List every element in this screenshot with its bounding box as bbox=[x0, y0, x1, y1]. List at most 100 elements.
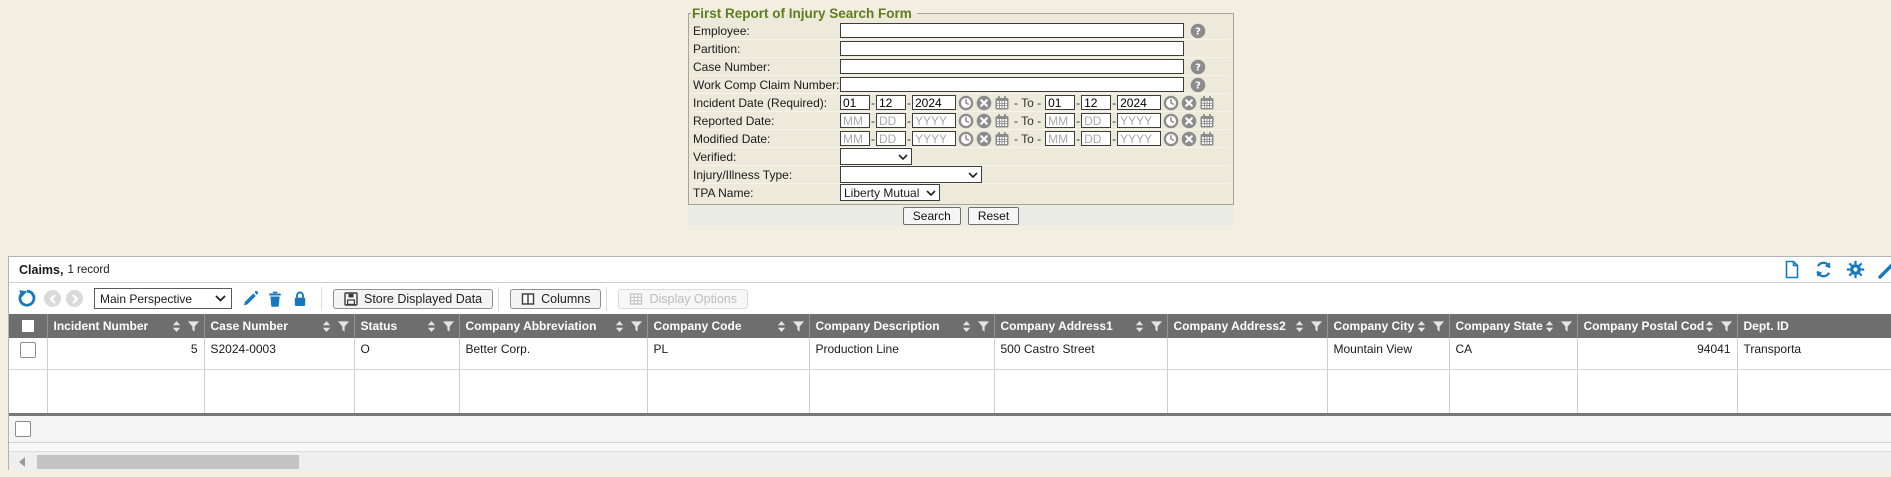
horizontal-scrollbar[interactable] bbox=[9, 451, 1891, 470]
table-row[interactable]: 5 S2024-0003 O Better Corp. PL Productio… bbox=[9, 338, 1891, 369]
incident-from-month-input[interactable] bbox=[840, 95, 870, 110]
lock-perspective-icon[interactable] bbox=[291, 290, 309, 308]
scroll-left-arrow-icon[interactable] bbox=[19, 457, 25, 467]
scrollbar-thumb[interactable] bbox=[37, 455, 299, 469]
sort-icon[interactable] bbox=[426, 320, 437, 333]
reported-to-year-input[interactable] bbox=[1117, 113, 1161, 128]
sort-icon[interactable] bbox=[1704, 320, 1715, 333]
sort-icon[interactable] bbox=[961, 320, 972, 333]
reset-button[interactable]: Reset bbox=[968, 207, 1019, 225]
case-number-input[interactable] bbox=[840, 59, 1184, 74]
chevron-right-icon[interactable] bbox=[66, 290, 83, 307]
filter-icon[interactable] bbox=[187, 320, 200, 333]
clear-date-icon[interactable] bbox=[1181, 95, 1197, 111]
edit-perspective-icon[interactable] bbox=[241, 290, 259, 308]
tpa-name-select[interactable]: Liberty Mutual bbox=[840, 184, 940, 201]
filter-icon[interactable] bbox=[1560, 320, 1573, 333]
partition-input[interactable] bbox=[840, 41, 1184, 56]
help-icon[interactable]: ? bbox=[1190, 77, 1206, 93]
reported-to-month-input[interactable] bbox=[1045, 113, 1075, 128]
modified-to-month-input[interactable] bbox=[1045, 131, 1075, 146]
column-header-case-number[interactable]: Case Number bbox=[211, 319, 321, 333]
filter-icon[interactable] bbox=[1150, 320, 1163, 333]
undo-icon[interactable] bbox=[17, 289, 37, 309]
time-picker-icon[interactable] bbox=[958, 95, 974, 111]
time-picker-icon[interactable] bbox=[1163, 95, 1179, 111]
sort-icon[interactable] bbox=[1416, 320, 1427, 333]
time-picker-icon[interactable] bbox=[958, 131, 974, 147]
footer-checkbox[interactable] bbox=[15, 421, 31, 437]
filter-icon[interactable] bbox=[337, 320, 350, 333]
filter-icon[interactable] bbox=[792, 320, 805, 333]
clear-date-icon[interactable] bbox=[1181, 113, 1197, 129]
clear-date-icon[interactable] bbox=[976, 95, 992, 111]
columns-button[interactable]: Columns bbox=[510, 289, 601, 309]
refresh-icon[interactable] bbox=[1814, 260, 1833, 279]
calendar-icon[interactable] bbox=[994, 131, 1010, 147]
incident-to-day-input[interactable] bbox=[1081, 95, 1111, 110]
sort-icon[interactable] bbox=[171, 320, 182, 333]
sort-icon[interactable] bbox=[614, 320, 625, 333]
calendar-icon[interactable] bbox=[1199, 131, 1215, 147]
injury-illness-type-select[interactable] bbox=[840, 166, 982, 183]
filter-icon[interactable] bbox=[442, 320, 455, 333]
clear-date-icon[interactable] bbox=[976, 131, 992, 147]
store-displayed-data-button[interactable]: Store Displayed Data bbox=[333, 289, 493, 309]
reported-from-year-input[interactable] bbox=[912, 113, 956, 128]
perspective-select[interactable]: Main Perspective bbox=[94, 288, 232, 309]
verified-select[interactable] bbox=[840, 148, 912, 165]
chevron-left-icon[interactable] bbox=[44, 290, 61, 307]
modified-to-day-input[interactable] bbox=[1081, 131, 1111, 146]
incident-from-year-input[interactable] bbox=[912, 95, 956, 110]
calendar-icon[interactable] bbox=[994, 113, 1010, 129]
sort-icon[interactable] bbox=[1294, 320, 1305, 333]
sort-icon[interactable] bbox=[776, 320, 787, 333]
filter-icon[interactable] bbox=[1432, 320, 1445, 333]
time-picker-icon[interactable] bbox=[958, 113, 974, 129]
incident-from-day-input[interactable] bbox=[876, 95, 906, 110]
column-header-company-city[interactable]: Company City bbox=[1334, 319, 1416, 333]
sort-icon[interactable] bbox=[1544, 320, 1555, 333]
modified-from-day-input[interactable] bbox=[876, 131, 906, 146]
calendar-icon[interactable] bbox=[1199, 95, 1215, 111]
column-header-company-code[interactable]: Company Code bbox=[654, 319, 776, 333]
reported-to-day-input[interactable] bbox=[1081, 113, 1111, 128]
work-comp-claim-input[interactable] bbox=[840, 77, 1184, 92]
filter-icon[interactable] bbox=[1720, 320, 1733, 333]
wrench-icon[interactable] bbox=[1878, 260, 1891, 279]
clear-date-icon[interactable] bbox=[1181, 131, 1197, 147]
sort-icon[interactable] bbox=[321, 320, 332, 333]
sort-icon[interactable] bbox=[1134, 320, 1145, 333]
column-header-company-address2[interactable]: Company Address2 bbox=[1174, 319, 1294, 333]
select-all-checkbox[interactable] bbox=[22, 320, 34, 332]
help-icon[interactable]: ? bbox=[1190, 59, 1206, 75]
clear-date-icon[interactable] bbox=[976, 113, 992, 129]
time-picker-icon[interactable] bbox=[1163, 113, 1179, 129]
reported-from-day-input[interactable] bbox=[876, 113, 906, 128]
time-picker-icon[interactable] bbox=[1163, 131, 1179, 147]
column-header-dept-id[interactable]: Dept. ID bbox=[1744, 319, 1889, 333]
reported-from-month-input[interactable] bbox=[840, 113, 870, 128]
modified-to-year-input[interactable] bbox=[1117, 131, 1161, 146]
employee-input[interactable] bbox=[840, 23, 1184, 38]
incident-to-year-input[interactable] bbox=[1117, 95, 1161, 110]
delete-perspective-icon[interactable] bbox=[266, 290, 284, 308]
column-header-incident-number[interactable]: Incident Number bbox=[54, 319, 171, 333]
column-header-company-postal-code[interactable]: Company Postal Code bbox=[1584, 319, 1704, 333]
modified-from-year-input[interactable] bbox=[912, 131, 956, 146]
calendar-icon[interactable] bbox=[994, 95, 1010, 111]
filter-icon[interactable] bbox=[977, 320, 990, 333]
filter-icon[interactable] bbox=[1310, 320, 1323, 333]
calendar-icon[interactable] bbox=[1199, 113, 1215, 129]
gear-icon[interactable] bbox=[1846, 260, 1865, 279]
column-header-company-abbreviation[interactable]: Company Abbreviation bbox=[466, 319, 614, 333]
modified-from-month-input[interactable] bbox=[840, 131, 870, 146]
column-header-status[interactable]: Status bbox=[361, 319, 426, 333]
filter-icon[interactable] bbox=[630, 320, 643, 333]
row-checkbox[interactable] bbox=[20, 342, 36, 358]
column-header-company-state[interactable]: Company State bbox=[1456, 319, 1544, 333]
search-button[interactable]: Search bbox=[903, 207, 961, 225]
help-icon[interactable]: ? bbox=[1190, 23, 1206, 39]
incident-to-month-input[interactable] bbox=[1045, 95, 1075, 110]
column-header-company-description[interactable]: Company Description bbox=[816, 319, 961, 333]
